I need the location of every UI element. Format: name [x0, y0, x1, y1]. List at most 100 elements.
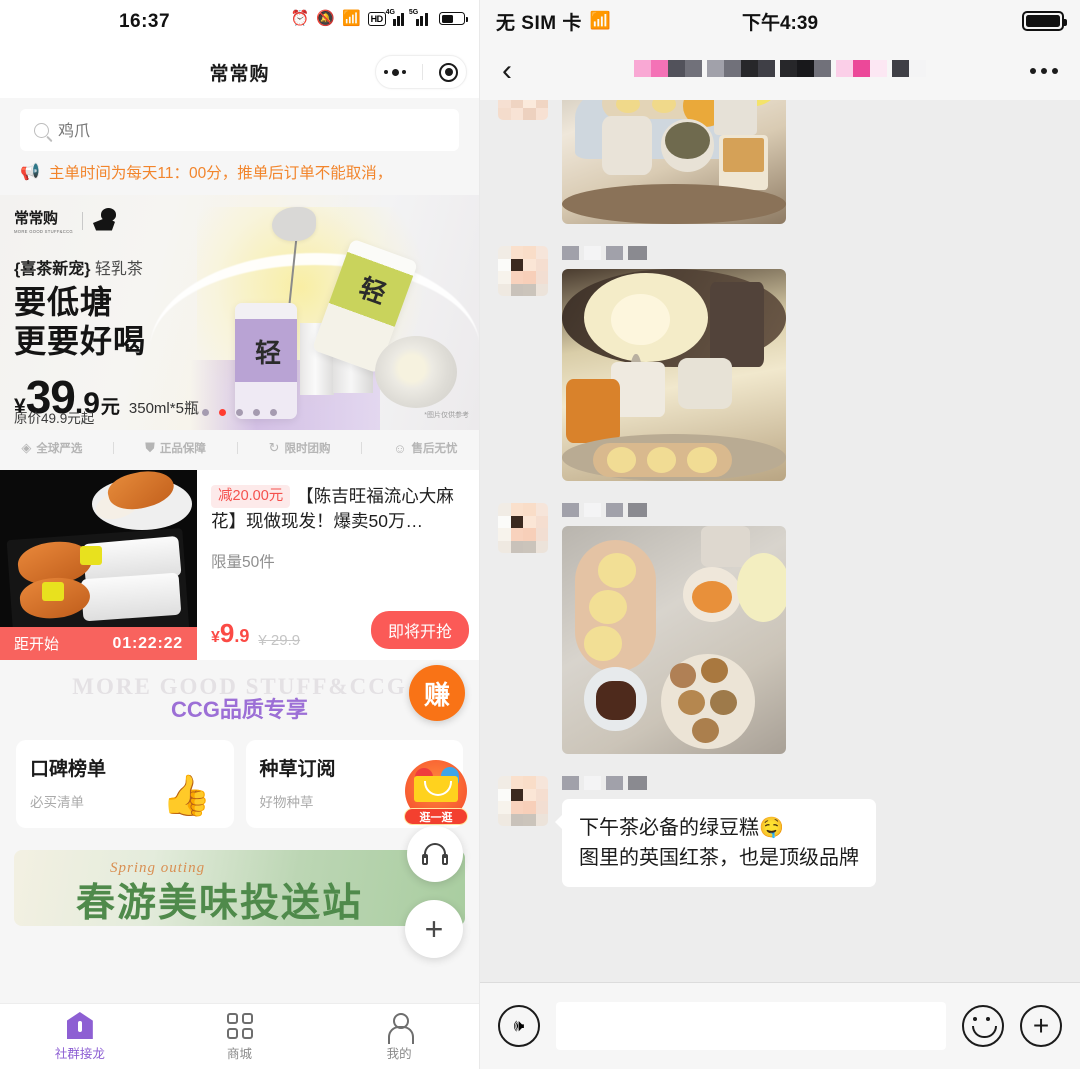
- headphone-icon: [422, 843, 448, 865]
- phone-status-bar: 16:37 ⏰ 🔕 📶 HD 4G 5G: [0, 0, 479, 46]
- target-icon[interactable]: [439, 62, 458, 82]
- mini-program-navbar: 常常购: [0, 46, 479, 98]
- notice-marquee[interactable]: 📢 主单时间为每天11：00分，推单后订单不能取消，: [0, 151, 479, 195]
- alarm-icon: ⏰: [290, 10, 310, 27]
- plus-icon[interactable]: +: [1020, 1005, 1062, 1047]
- screenshot-root: 16:37 ⏰ 🔕 📶 HD 4G 5G 常常购 鸡爪 📢 主单时间为每天11：…: [0, 0, 1080, 1069]
- customer-service-fab[interactable]: [407, 826, 463, 882]
- banner-brand: 常常购 MORE GOOD STUFF&CCG: [14, 207, 122, 234]
- service-item-authentic: ⛊ 正品保障: [145, 440, 206, 456]
- price-currency: ¥: [211, 629, 220, 646]
- ccg-card-ranking[interactable]: 口碑榜单 必买清单 👍: [16, 740, 234, 828]
- redacted-block: [634, 60, 702, 82]
- more-dots-icon[interactable]: [384, 68, 406, 76]
- service-item-limited: ↻ 限时团购: [269, 440, 331, 456]
- banner-subtitle-brace: {喜茶新宠}: [14, 261, 91, 278]
- hd-icon: HD: [367, 11, 386, 26]
- service-item-aftersale: ☺ 售后无忧: [393, 440, 457, 456]
- service-label: 全球严选: [36, 443, 83, 455]
- add-fab[interactable]: +: [405, 900, 463, 958]
- sender-name-redacted: [562, 503, 786, 517]
- status-time: 下午4:39: [741, 12, 819, 34]
- product-old-price: ¥ 29.9: [258, 632, 301, 649]
- banner-headline: 要低塘 更要好喝: [14, 283, 146, 361]
- chat-message-list[interactable]: 下午茶必备的绿豆糕🤤 图里的英国红茶，也是顶级品牌: [480, 100, 1080, 982]
- price-dec: .9: [234, 626, 250, 646]
- message-bubble[interactable]: 下午茶必备的绿豆糕🤤 图里的英国红茶，也是顶级品牌: [555, 799, 876, 887]
- wifi-icon: 📶: [341, 10, 361, 27]
- shop-fab[interactable]: 逛一逛: [404, 760, 468, 825]
- message-photo[interactable]: [562, 269, 786, 481]
- ccg-title: CCG品质专享: [171, 697, 308, 722]
- avatar[interactable]: [498, 776, 548, 826]
- sender-name-redacted: [562, 776, 876, 790]
- banner-original-price: 原价49.9元起: [14, 411, 95, 426]
- grid-icon: [226, 1012, 253, 1039]
- redacted-block: [892, 60, 926, 82]
- countdown-bar: 距开始 01:22:22: [0, 627, 197, 660]
- wechat-capsule[interactable]: [375, 55, 467, 89]
- tab-label: 我的: [386, 1046, 412, 1061]
- spring-promo-title: 春游美味投送站: [76, 882, 364, 925]
- search-input[interactable]: [58, 119, 445, 141]
- buy-button[interactable]: 即将开抢: [370, 611, 469, 649]
- shield-check-icon: ⛊: [145, 440, 155, 455]
- message-photo[interactable]: [562, 100, 786, 224]
- discount-badge: 减20.00元: [211, 485, 291, 508]
- clock-icon: ↻: [268, 440, 280, 455]
- spring-promo-banner[interactable]: Spring outing 春游美味投送站: [14, 850, 465, 926]
- mute-icon: 🔕: [316, 10, 335, 27]
- tab-mall[interactable]: 商城: [160, 1012, 320, 1062]
- back-chevron-icon[interactable]: ‹: [502, 56, 512, 86]
- promo-banner[interactable]: 常常购 MORE GOOD STUFF&CCG {喜茶新宠} 轻乳茶 要低塘 更…: [0, 195, 479, 430]
- chat-message: [480, 100, 1080, 246]
- chat-input-bar: 🕪 +: [480, 982, 1080, 1069]
- banner-white-flower: [375, 336, 457, 408]
- wechat-chat-pane: 无 SIM 卡 📶 下午4:39 ‹ 下午茶必备的绿豆糕🤤 图里的英国红茶，也是…: [480, 0, 1080, 1069]
- emoji-icon[interactable]: [962, 1005, 1004, 1047]
- mini-program-pane: 16:37 ⏰ 🔕 📶 HD 4G 5G 常常购 鸡爪 📢 主单时间为每天11：…: [0, 0, 480, 1069]
- message-photo[interactable]: [562, 526, 786, 754]
- product-title: 减20.00元 【陈吉旺福流心大麻花】现做现发！爆卖50万…: [211, 484, 467, 534]
- banner-bottle-purple: [235, 303, 297, 419]
- page-title: 常常购: [209, 63, 270, 85]
- tab-mine[interactable]: 我的: [319, 1012, 479, 1062]
- product-image[interactable]: 距开始 01:22:22: [0, 470, 197, 660]
- chat-title-redacted: [480, 60, 1080, 82]
- signal-icon: 5G: [409, 9, 432, 26]
- chat-message: [480, 503, 1080, 776]
- avatar[interactable]: [498, 100, 548, 120]
- price-int: 9: [219, 618, 235, 648]
- redacted-block: [836, 60, 887, 82]
- more-dots-icon[interactable]: [1030, 68, 1058, 74]
- message-column: 下午茶必备的绿豆糕🤤 图里的英国红茶，也是顶级品牌: [555, 776, 876, 887]
- service-item-global: ◈ 全球严选: [21, 440, 82, 456]
- message-column: [562, 503, 786, 754]
- sender-name-redacted: [562, 246, 786, 260]
- banner-flower-petal: [272, 207, 316, 241]
- banner-spec: 350ml*5瓶: [128, 400, 199, 417]
- user-icon: [388, 1012, 415, 1044]
- chat-navbar: ‹: [480, 42, 1080, 100]
- battery-icon: [1022, 11, 1067, 31]
- chat-smile-icon: ☺: [393, 440, 407, 456]
- tab-community[interactable]: 社群接龙: [0, 1012, 160, 1062]
- earn-fab[interactable]: 赚: [409, 665, 465, 721]
- shopping-bag-icon: [414, 776, 458, 802]
- banner-subtitle: {喜茶新宠} 轻乳茶: [14, 255, 143, 279]
- banner-price-unit: 元: [100, 397, 120, 418]
- banner-subtitle-rest: 轻乳茶: [90, 261, 143, 278]
- countdown-value: 01:22:22: [112, 634, 183, 652]
- banner-pagination-dots[interactable]: [202, 409, 277, 416]
- search-bar[interactable]: [20, 109, 459, 151]
- avatar[interactable]: [498, 246, 548, 296]
- product-card[interactable]: 距开始 01:22:22 减20.00元 【陈吉旺福流心大麻花】现做现发！爆卖50…: [0, 470, 479, 660]
- service-divider: [236, 442, 238, 454]
- service-divider: [113, 442, 115, 454]
- ios-status-bar: 无 SIM 卡 📶 下午4:39: [480, 0, 1080, 42]
- tray-cakes-lychee-tea-photo: [562, 526, 786, 754]
- avatar[interactable]: [498, 503, 548, 553]
- voice-icon[interactable]: 🕪: [498, 1005, 540, 1047]
- product-price-row: ¥ 9 .9 ¥ 29.9 即将开抢: [211, 611, 469, 649]
- chat-input[interactable]: [556, 1002, 946, 1050]
